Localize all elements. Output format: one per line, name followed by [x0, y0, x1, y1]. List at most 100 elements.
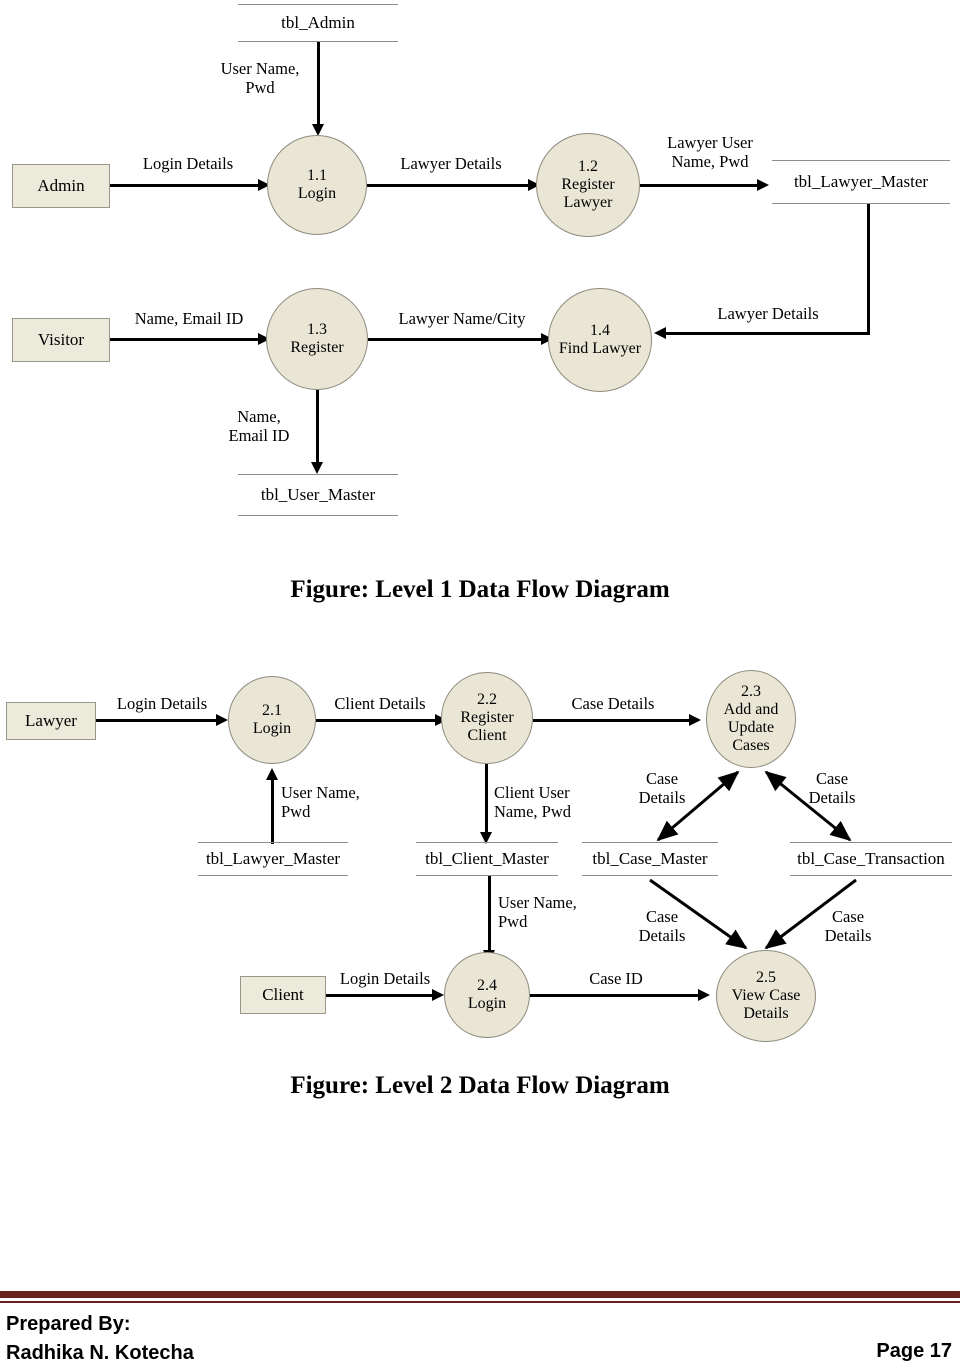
flow-line-login24-to-view-case [530, 994, 702, 997]
data-store-label: tbl_Lawyer_Master [205, 849, 341, 868]
process-2-4-login[interactable]: 2.4 Login [444, 952, 530, 1038]
process-name-line-1: View Case [731, 987, 801, 1005]
flow-label-case-details-5: Case Details [824, 907, 872, 945]
process-number: 1.3 [307, 321, 327, 339]
data-store-label: tbl_Client_Master [425, 849, 549, 868]
process-name-line-2: Client [467, 726, 507, 744]
flow-line-register-client-to-cases [533, 719, 693, 722]
arrowhead-down-to-user-store [311, 462, 323, 474]
arrowhead-right-to-login24 [432, 989, 444, 1001]
process-1-2-register-lawyer[interactable]: 1.2 Register Lawyer [536, 133, 640, 237]
process-name-line-1: Add and [723, 701, 779, 719]
data-store-tbl-lawyer-master-2: tbl_Lawyer_Master [198, 842, 348, 876]
document-page: tbl_Admin User Name, Pwd Admin Login Det… [0, 0, 960, 1364]
process-name-line-1: Register [460, 709, 514, 727]
process-number: 2.1 [262, 702, 282, 720]
process-name-line-2: Details [743, 1004, 789, 1022]
flow-line-lawyer-store-down [867, 204, 870, 335]
figure-caption-level1: Figure: Level 1 Data Flow Diagram [290, 576, 670, 603]
process-number: 2.4 [477, 977, 497, 995]
process-number: 1.2 [578, 158, 598, 176]
flow-label-lawyer-details-1: Lawyer Details [400, 154, 502, 173]
footer-page-number: Page 17 [876, 1340, 952, 1362]
external-entity-client[interactable]: Client [240, 976, 326, 1014]
process-name-line-2: Update [727, 719, 775, 736]
process-2-3-add-update-cases[interactable]: 2.3 Add and Update Cases [706, 670, 796, 768]
arrowhead-left-to-find-lawyer [654, 327, 666, 339]
process-1-4-find-lawyer[interactable]: 1.4 Find Lawyer [548, 288, 652, 392]
flow-line-client-to-login24 [326, 994, 436, 997]
data-store-tbl-user-master: tbl_User_Master [238, 474, 398, 516]
flow-label-user-name-pwd-lawyer: User Name, Pwd [281, 783, 360, 821]
data-store-tbl-admin: tbl_Admin [238, 4, 398, 42]
data-store-tbl-lawyer-master: tbl_Lawyer_Master [772, 160, 950, 204]
flow-label-client-details: Client Details [334, 694, 426, 713]
flow-label-lawyer-user-name-pwd: Lawyer User Name, Pwd [667, 133, 753, 171]
external-entity-label: Client [262, 985, 304, 1005]
arrowhead-right-to-view-case [698, 989, 710, 1001]
data-store-tbl-case-transaction: tbl_Case_Transaction [790, 842, 952, 876]
external-entity-label: Lawyer [25, 711, 77, 731]
process-number: 2.5 [756, 969, 776, 987]
flow-line-register-to-user-store [316, 390, 319, 466]
flow-label-case-details-1: Case Details [571, 694, 655, 713]
data-store-label: tbl_Case_Master [592, 849, 708, 868]
process-1-1-login[interactable]: 1.1 Login [267, 135, 367, 235]
flow-line-login2-to-register-client [316, 719, 439, 722]
external-entity-lawyer[interactable]: Lawyer [6, 702, 96, 740]
footer-prepared-by: Prepared By: Radhika N. Kotecha [6, 1310, 194, 1368]
flow-label-case-id: Case ID [589, 969, 643, 988]
footer-rule-thin [0, 1301, 960, 1303]
flow-label-user-name-pwd-client: User Name, Pwd [498, 893, 577, 931]
process-name: Find Lawyer [558, 340, 642, 357]
flow-line-lawyer-to-login2 [96, 719, 220, 722]
arrowhead-right-to-lawyer-store [757, 179, 769, 191]
external-entity-label: Visitor [37, 330, 85, 350]
data-store-label: tbl_User_Master [260, 485, 376, 504]
arrowhead-right-to-login2 [216, 714, 228, 726]
process-number: 1.1 [307, 167, 327, 185]
external-entity-admin[interactable]: Admin [12, 164, 110, 208]
flow-label-case-details-4: Case Details [638, 907, 686, 945]
external-entity-label: Admin [37, 176, 85, 196]
flow-line-register-lawyer-to-store [640, 184, 761, 187]
process-number: 2.3 [741, 683, 761, 701]
footer-prepared-by-label: Prepared By: [6, 1313, 131, 1335]
process-1-3-register[interactable]: 1.3 Register [266, 288, 368, 390]
process-name: Login [467, 995, 507, 1012]
process-name-line-2: Lawyer [563, 193, 613, 211]
flow-label-name-email-id-1: Name, Email ID [134, 309, 244, 328]
process-name: Login [252, 720, 292, 737]
arrowhead-up-to-login2 [266, 768, 278, 780]
process-name: Login [297, 185, 337, 202]
flow-label-login-details-lawyer: Login Details [116, 694, 208, 713]
flow-line-admin-to-login [110, 184, 262, 187]
process-name-line-1: Register [561, 176, 615, 194]
flow-line-register-to-find-lawyer [368, 338, 545, 341]
flow-line-client-store-to-login24 [488, 876, 491, 954]
figure-caption-level2: Figure: Level 2 Data Flow Diagram [290, 1072, 670, 1099]
flow-line-admin-store-to-login [317, 42, 320, 128]
flow-label-lawyer-name-city: Lawyer Name/City [398, 309, 526, 328]
process-2-2-register-client[interactable]: 2.2 Register Client [441, 672, 533, 764]
flow-label-client-user-name-pwd: Client User Name, Pwd [494, 783, 571, 821]
flow-line-login-to-register-lawyer [367, 184, 532, 187]
flow-line-lawyer-store-left-to-find [666, 332, 870, 335]
flow-label-case-details-2: Case Details [638, 769, 686, 807]
arrowhead-right-to-cases [689, 714, 701, 726]
footer-rule-thick [0, 1291, 960, 1298]
process-2-5-view-case-details[interactable]: 2.5 View Case Details [716, 950, 816, 1042]
data-store-tbl-case-master: tbl_Case_Master [582, 842, 718, 876]
process-2-1-login[interactable]: 2.1 Login [228, 676, 316, 764]
process-name-line-3: Cases [732, 736, 770, 754]
data-store-label: tbl_Admin [281, 13, 355, 32]
footer-author-name: Radhika N. Kotecha [6, 1342, 194, 1364]
process-name: Register [290, 339, 344, 356]
process-number: 2.2 [477, 691, 497, 709]
flow-label-name-email-id-2: Name, Email ID [228, 407, 290, 445]
flow-line-lawyer-store2-to-login2 [271, 776, 274, 844]
flow-label-login-details-client: Login Details [339, 969, 431, 988]
flow-line-visitor-to-register [110, 338, 262, 341]
external-entity-visitor[interactable]: Visitor [12, 318, 110, 362]
data-store-label: tbl_Case_Transaction [797, 849, 945, 868]
